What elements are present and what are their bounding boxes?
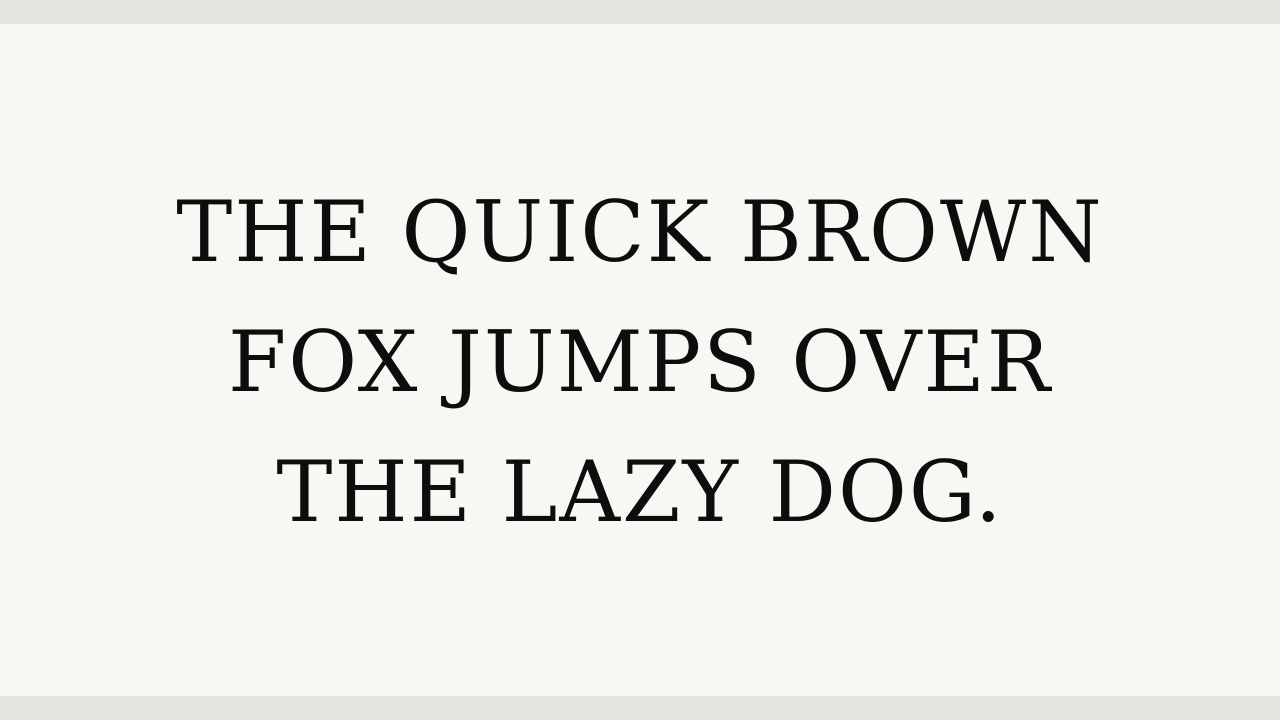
bottom-band	[0, 696, 1280, 720]
specimen-line-1: THE QUICK BROWN	[176, 183, 1104, 281]
specimen-line-3: THE LAZY DOG.	[276, 443, 1004, 541]
specimen-panel: THE QUICK BROWN FOX JUMPS OVER THE LAZY …	[0, 24, 1280, 696]
font-specimen: THE QUICK BROWN FOX JUMPS OVER THE LAZY …	[0, 24, 1280, 696]
top-band	[0, 0, 1280, 24]
specimen-line-2: FOX JUMPS OVER	[227, 313, 1053, 411]
